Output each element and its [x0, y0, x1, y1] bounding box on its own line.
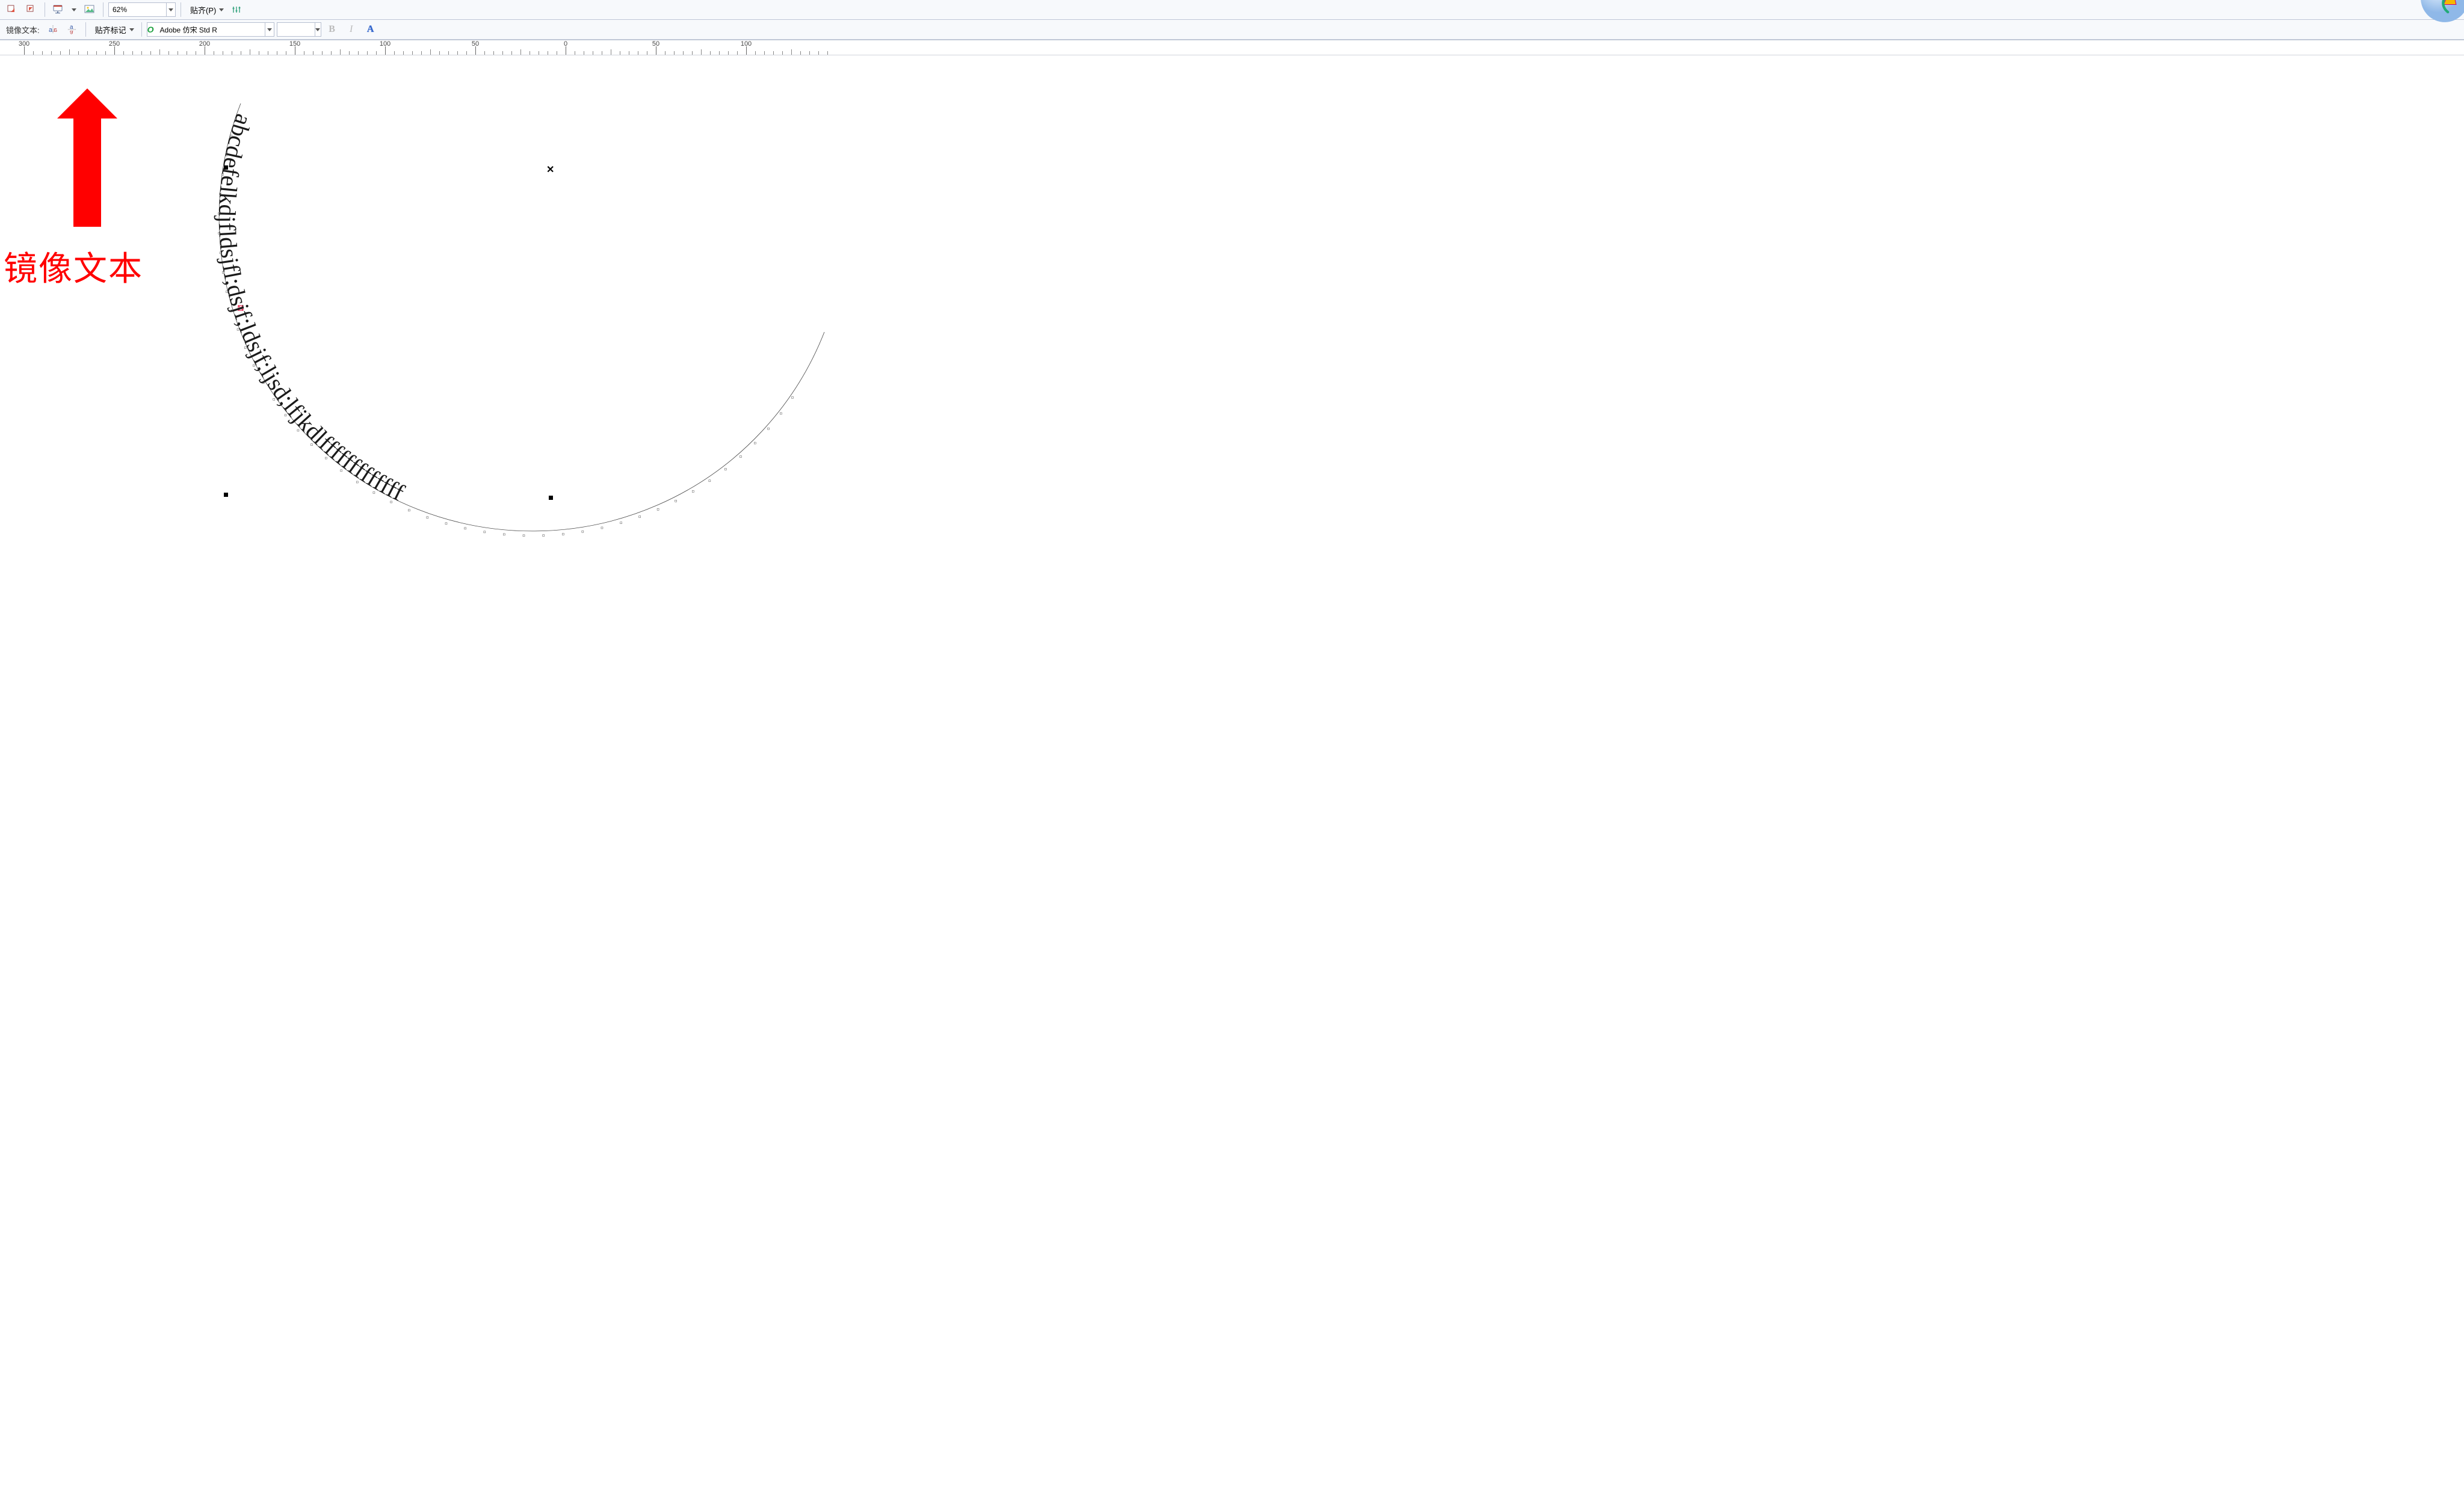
separator [85, 22, 86, 37]
app-logo-icon [2419, 0, 2464, 23]
chevron-down-icon [218, 8, 224, 11]
snap-marks-label: 贴齐标记 [95, 24, 126, 35]
export-icon-button[interactable] [23, 2, 40, 17]
canvas-area[interactable]: 镜像文本 abcdefelkdjfldsjfl;dsjf;ldsjf;ljsd;… [0, 55, 2464, 1499]
separator [141, 22, 142, 37]
mirror-horizontal-icon: a a [47, 23, 59, 35]
mirror-vertical-button[interactable]: a a [64, 22, 81, 37]
center-marker: ✕ [546, 164, 554, 176]
bold-icon: B [329, 24, 335, 35]
font-vendor-icon: O [147, 25, 154, 34]
zoom-value: 62% [109, 5, 146, 14]
italic-button[interactable]: I [343, 22, 360, 37]
svg-text:a: a [49, 26, 53, 34]
ruler-ticks: 30025020015010050050100 [0, 40, 2464, 55]
import-icon-button[interactable] [4, 2, 20, 17]
chevron-down-icon [72, 8, 76, 11]
text-outline-icon: A [367, 24, 374, 35]
monitor-icon [52, 4, 64, 16]
canvas: 镜像文本 abcdefelkdjfldsjfl;dsjf;ldsjf;ljsd;… [0, 55, 2464, 1499]
sliders-icon [231, 4, 243, 16]
toolbar-area: 62% 贴齐(P) [0, 0, 2464, 40]
zoom-combo[interactable]: 62% [108, 2, 176, 17]
snap-marks-menu[interactable]: 贴齐标记 [91, 22, 137, 37]
image-button[interactable] [81, 2, 98, 17]
text-path-object[interactable]: abcdefelkdjfldsjfl;dsjf;ldsjf;ljsd;lfjkd… [72, 103, 830, 561]
mirror-text-label: 镜像文本: [4, 24, 42, 35]
toolbar-row-1: 62% 贴齐(P) [0, 0, 2464, 20]
svg-text:a: a [70, 29, 73, 35]
picture-icon [84, 4, 96, 16]
export-icon [25, 4, 37, 16]
snap-menu[interactable]: 贴齐(P) [186, 2, 226, 17]
selection-handle-bl[interactable] [224, 493, 228, 497]
bold-button[interactable]: B [324, 22, 341, 37]
snap-label: 贴齐(P) [190, 4, 216, 16]
fullscreen-button[interactable] [50, 2, 67, 17]
curved-text[interactable]: abcdefelkdjfldsjfl;dsjf;ldsjf;ljsd;lfjkd… [214, 111, 409, 506]
import-icon [6, 4, 18, 16]
selection-handle-tl[interactable] [224, 165, 228, 170]
svg-text:a: a [53, 26, 57, 34]
font-name: Adobe 仿宋 Std R [156, 25, 221, 35]
text-effect-button[interactable]: A [362, 22, 379, 37]
italic-icon: I [350, 24, 353, 35]
font-family-combo[interactable]: O Adobe 仿宋 Std R [147, 22, 274, 37]
fullscreen-dropdown[interactable] [69, 2, 79, 17]
chevron-down-icon [315, 23, 321, 36]
mirror-vertical-icon: a a [66, 23, 78, 35]
font-size-combo[interactable] [277, 22, 321, 37]
chevron-down-icon [265, 23, 274, 36]
chevron-down-icon [129, 28, 135, 31]
mirror-horizontal-button[interactable]: a a [45, 22, 61, 37]
selection-handle-bm[interactable] [549, 496, 553, 500]
toolbar-row-2: 镜像文本: a a a a 贴齐标记 O Adobe 仿宋 Std R [0, 20, 2464, 40]
chevron-down-icon [166, 3, 175, 16]
horizontal-ruler[interactable]: 30025020015010050050100 [0, 40, 2464, 55]
app-badge [2419, 0, 2464, 23]
options-button[interactable] [229, 2, 245, 17]
